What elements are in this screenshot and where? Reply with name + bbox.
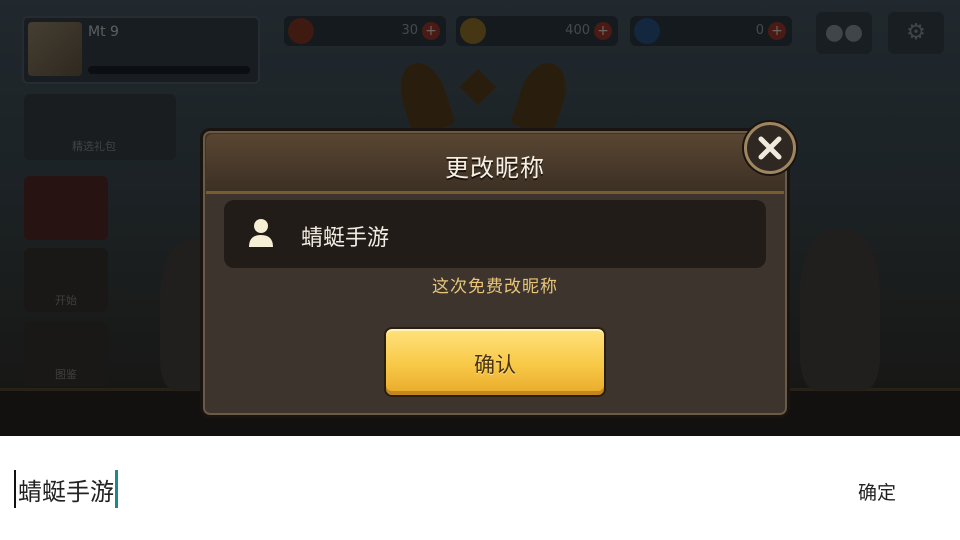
resource-value: 400 <box>565 23 590 38</box>
dialog-title: 更改昵称 <box>445 154 545 182</box>
plus-icon[interactable]: + <box>594 22 612 40</box>
confirm-label: 确认 <box>474 353 516 377</box>
keyboard-input-text: 蜻蜓手游 <box>18 477 114 506</box>
user-icon <box>249 219 273 247</box>
dialog-header: 更改昵称 <box>206 134 784 194</box>
horn-decoration <box>392 56 456 138</box>
resource-diamond: 0 + <box>630 16 792 46</box>
gear-icon: ⚙ <box>906 20 926 45</box>
horn-decoration <box>510 56 574 138</box>
avatar <box>28 22 82 76</box>
xp-bar <box>88 66 250 74</box>
resource-ore: 30 + <box>284 16 446 46</box>
confirm-button[interactable]: 确认 <box>384 327 606 397</box>
player-name: Mt 9 <box>88 24 119 40</box>
npc-character <box>800 230 880 390</box>
resource-gold: 400 + <box>456 16 618 46</box>
start-button[interactable]: 开始 <box>24 248 108 312</box>
keyboard-text-input[interactable]: 蜻蜓手游 <box>14 470 118 508</box>
nickname-value: 蜻蜓手游 <box>301 226 390 251</box>
friends-icon: ●● <box>824 20 864 45</box>
plus-icon[interactable]: + <box>422 22 440 40</box>
shop-button[interactable] <box>24 176 108 240</box>
friends-button[interactable]: ●● <box>816 12 872 54</box>
star-decoration <box>459 68 497 106</box>
collection-button[interactable]: 图鉴 <box>24 322 108 386</box>
free-rename-note: 这次免费改昵称 <box>432 277 558 297</box>
input-border <box>14 470 16 508</box>
resource-value: 30 <box>401 23 418 38</box>
settings-button[interactable]: ⚙ <box>888 12 944 54</box>
player-profile[interactable]: Mt 9 <box>22 16 260 84</box>
resource-value: 0 <box>755 23 764 38</box>
text-caret <box>115 470 118 508</box>
nickname-field[interactable]: 蜻蜓手游 <box>224 200 766 268</box>
close-icon <box>758 136 782 160</box>
event-banner[interactable]: 精选礼包 <box>24 94 176 160</box>
close-button[interactable] <box>744 122 796 174</box>
gold-coin-icon <box>460 18 486 44</box>
event-label: 精选礼包 <box>72 140 116 153</box>
ore-icon <box>288 18 314 44</box>
plus-icon[interactable]: + <box>768 22 786 40</box>
keyboard-confirm-button[interactable]: 确定 <box>858 478 896 505</box>
diamond-icon <box>634 18 660 44</box>
keyboard-input-bar <box>0 436 960 540</box>
